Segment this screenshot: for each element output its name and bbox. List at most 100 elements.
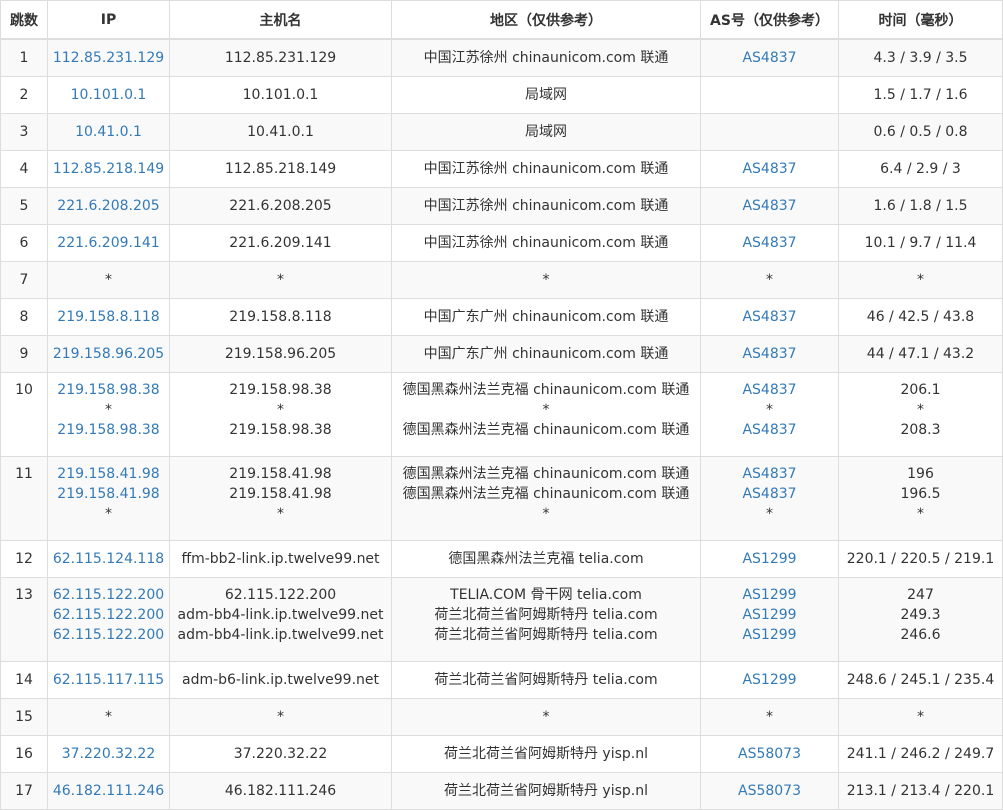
time-cell: 10.1 / 9.7 / 11.4: [838, 224, 1003, 262]
time-cell: 220.1 / 220.5 / 219.1: [838, 540, 1003, 578]
asn-link[interactable]: AS4837: [703, 464, 836, 484]
region-cell-line: 局域网: [525, 87, 567, 103]
table-row: 8 219.158.8.118 219.158.8.118 中国广东广州 chinau…: [0, 298, 1003, 336]
time-cell-line: 241.1 / 246.2 / 249.7: [846, 746, 995, 762]
time-cell: *: [838, 261, 1003, 299]
asn-link[interactable]: AS4837: [703, 48, 836, 68]
asn-link[interactable]: AS4837: [703, 307, 836, 327]
ip-link: *: [105, 506, 112, 522]
asn-cell: AS4837: [700, 335, 839, 373]
time-cell-line: 206.1: [900, 382, 941, 398]
time-cell: 206.1 * 208.3: [838, 372, 1003, 457]
ip-link[interactable]: 112.85.218.149: [50, 159, 167, 179]
ip-cell: 112.85.218.149: [47, 150, 170, 188]
asn-link[interactable]: AS4837: [703, 159, 836, 179]
asn-cell: *: [700, 261, 839, 299]
hostname-cell: ffm-bb2-link.ip.twelve99.net: [169, 540, 392, 578]
ip-link[interactable]: 221.6.208.205: [50, 196, 167, 216]
ip-link[interactable]: 219.158.96.205: [50, 344, 167, 364]
time-cell: 4.3 / 3.9 / 3.5: [838, 38, 1003, 77]
time-cell-line: 10.1 / 9.7 / 11.4: [864, 235, 977, 251]
region-cell-line: 荷兰北荷兰省阿姆斯特丹 yisp.nl: [443, 746, 649, 762]
ip-link[interactable]: 46.182.111.246: [50, 781, 167, 801]
asn-link[interactable]: AS4837: [703, 380, 836, 400]
time-cell-line: 0.6 / 0.5 / 0.8: [873, 124, 968, 140]
ip-link: *: [105, 272, 112, 288]
ip-cell: 219.158.96.205: [47, 335, 170, 373]
time-cell-line: *: [917, 506, 924, 522]
table-row: 7 * * * * *: [0, 261, 1003, 299]
asn-cell: AS4837: [700, 38, 839, 77]
ip-link[interactable]: 219.158.98.38: [50, 420, 167, 440]
ip-link[interactable]: 219.158.41.98: [50, 484, 167, 504]
ip-link[interactable]: 37.220.32.22: [50, 744, 167, 764]
asn-link[interactable]: AS1299: [703, 670, 836, 690]
ip-link[interactable]: 10.101.0.1: [50, 85, 167, 105]
table-body: 1 112.85.231.129 112.85.231.129 中国江苏徐州 chin…: [0, 38, 1003, 810]
table-row: 5 221.6.208.205 221.6.208.205 中国江苏徐州 chinau…: [0, 187, 1003, 225]
time-cell-line: 46 / 42.5 / 43.8: [866, 309, 975, 325]
asn-link[interactable]: AS58073: [703, 744, 836, 764]
ip-link[interactable]: 62.115.124.118: [50, 549, 167, 569]
ip-link[interactable]: 219.158.8.118: [50, 307, 167, 327]
ip-cell: 10.41.0.1: [47, 113, 170, 151]
hop-cell: 13: [0, 577, 48, 662]
ip-link[interactable]: 221.6.209.141: [50, 233, 167, 253]
hostname-cell: 219.158.96.205: [169, 335, 392, 373]
ip-link[interactable]: 219.158.41.98: [50, 464, 167, 484]
hostname-cell: 221.6.209.141: [169, 224, 392, 262]
region-cell: 德国黑森州法兰克福 telia.com: [391, 540, 701, 578]
hostname-cell-line: *: [277, 506, 284, 522]
ip-link[interactable]: 62.115.117.115: [50, 670, 167, 690]
region-cell-line: 德国黑森州法兰克福 chinaunicom.com 联通: [402, 486, 690, 502]
ip-link[interactable]: 62.115.122.200: [50, 605, 167, 625]
hostname-cell: 62.115.122.200 adm-bb4-link.ip.twelve99.n…: [169, 577, 392, 662]
ip-link[interactable]: 62.115.122.200: [50, 625, 167, 645]
region-cell: 中国广东广州 chinaunicom.com 联通: [391, 298, 701, 336]
hostname-cell-line: 219.158.41.98: [229, 486, 332, 502]
region-cell-line: 德国黑森州法兰克福 chinaunicom.com 联通: [402, 422, 690, 438]
time-cell-line: *: [917, 709, 924, 725]
ip-link[interactable]: 219.158.98.38: [50, 380, 167, 400]
time-cell: 1.5 / 1.7 / 1.6: [838, 76, 1003, 114]
hop-cell: 7: [0, 261, 48, 299]
header-time: 时间（毫秒）: [838, 0, 1003, 40]
asn-link[interactable]: AS1299: [703, 625, 836, 645]
hostname-cell: 219.158.41.98 219.158.41.98 *: [169, 456, 392, 541]
ip-link[interactable]: 62.115.122.200: [50, 585, 167, 605]
hostname-cell: 46.182.111.246: [169, 772, 392, 810]
asn-link[interactable]: AS4837: [703, 420, 836, 440]
asn-link[interactable]: AS4837: [703, 233, 836, 253]
asn-link[interactable]: AS58073: [703, 781, 836, 801]
region-cell-line: 中国江苏徐州 chinaunicom.com 联通: [423, 161, 669, 177]
time-cell: 0.6 / 0.5 / 0.8: [838, 113, 1003, 151]
hostname-cell-line: 219.158.8.118: [229, 309, 332, 325]
asn-cell: [700, 113, 839, 151]
hostname-cell-line: 46.182.111.246: [224, 783, 337, 799]
time-cell: 1.6 / 1.8 / 1.5: [838, 187, 1003, 225]
asn-link[interactable]: AS1299: [703, 585, 836, 605]
region-cell: 局域网: [391, 76, 701, 114]
ip-link[interactable]: 112.85.231.129: [50, 48, 167, 68]
asn-link[interactable]: AS4837: [703, 196, 836, 216]
hop-cell: 1: [0, 38, 48, 77]
asn-link[interactable]: AS1299: [703, 549, 836, 569]
region-cell-line: 中国江苏徐州 chinaunicom.com 联通: [423, 198, 669, 214]
region-cell-line: 德国黑森州法兰克福 chinaunicom.com 联通: [402, 466, 690, 482]
asn-link[interactable]: AS4837: [703, 344, 836, 364]
asn-cell: AS4837: [700, 224, 839, 262]
hostname-cell: *: [169, 261, 392, 299]
ip-cell: *: [47, 261, 170, 299]
ip-link[interactable]: 10.41.0.1: [50, 122, 167, 142]
asn-cell: AS4837 AS4837 *: [700, 456, 839, 541]
time-cell-line: 44 / 47.1 / 43.2: [866, 346, 975, 362]
table-row: 16 37.220.32.22 37.220.32.22 荷兰北荷兰省阿姆斯特丹 yi…: [0, 735, 1003, 773]
hostname-cell-line: 112.85.218.149: [224, 161, 337, 177]
hostname-cell-line: 10.41.0.1: [247, 124, 314, 140]
asn-link[interactable]: AS4837: [703, 484, 836, 504]
hop-cell: 8: [0, 298, 48, 336]
region-cell: 荷兰北荷兰省阿姆斯特丹 telia.com: [391, 661, 701, 699]
asn-link[interactable]: AS1299: [703, 605, 836, 625]
time-cell-line: 6.4 / 2.9 / 3: [880, 161, 961, 177]
hop-cell: 14: [0, 661, 48, 699]
